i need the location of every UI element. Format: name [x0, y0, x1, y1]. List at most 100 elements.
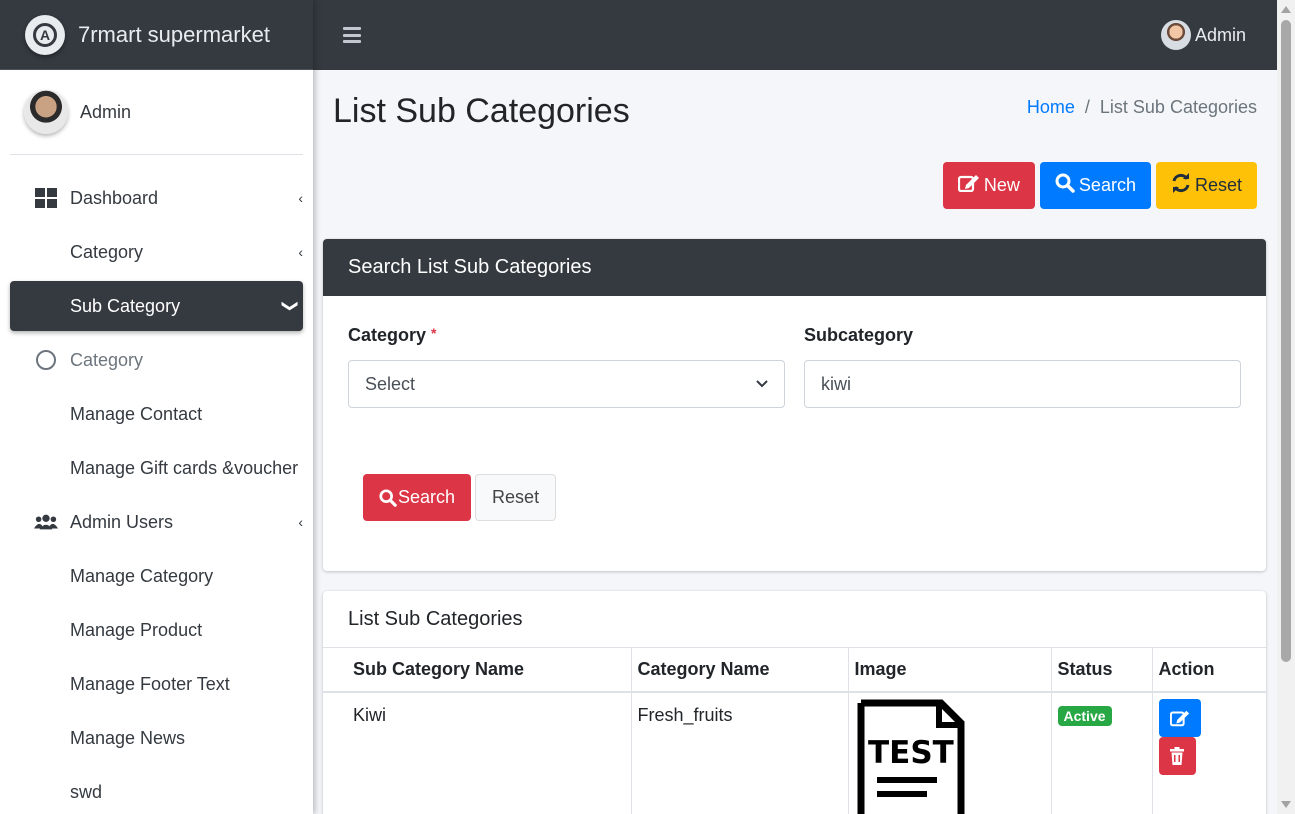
- search-card-header: Search List Sub Categories: [323, 239, 1266, 296]
- sidebar-item-admin-users[interactable]: Admin Users ‹: [10, 497, 303, 547]
- sidebar-item-label: Manage Footer Text: [70, 673, 230, 694]
- subcategory-field-group: Subcategory kiwi: [804, 325, 1241, 408]
- category-field-group: Category * Select: [348, 325, 785, 408]
- dashboard-grid-icon: [34, 186, 58, 210]
- sidebar-item-label: Manage News: [70, 727, 186, 748]
- refresh-icon: [1171, 173, 1191, 198]
- top-user-avatar: [1160, 20, 1191, 50]
- scroll-up-arrow-icon[interactable]: [1281, 6, 1291, 13]
- search-card: Search List Sub Categories Category * Se…: [323, 239, 1266, 571]
- edit-icon: [1169, 710, 1189, 726]
- sidebar: A 7rmart supermarket Admin Dashboard ‹ C…: [0, 0, 313, 814]
- brand-logo-icon: A: [25, 14, 65, 55]
- sidebar-item-manage-footer-text[interactable]: Manage Footer Text: [10, 659, 303, 709]
- user-panel[interactable]: Admin: [10, 70, 303, 155]
- column-header: Status: [1050, 647, 1153, 693]
- search-form-buttons: Search Reset: [363, 474, 557, 521]
- sidebar-item-swd[interactable]: swd: [10, 767, 303, 814]
- breadcrumb-current: List Sub Categories: [1099, 97, 1257, 117]
- search-icon: [379, 488, 397, 507]
- sidebar-item-label: Sub Category: [70, 295, 181, 316]
- form-search-button-label: Search: [398, 487, 456, 507]
- sidebar-item-manage-news[interactable]: Manage News: [10, 713, 303, 763]
- chevron-left-icon: ‹: [298, 190, 303, 206]
- subcategory-label: Subcategory: [804, 325, 914, 345]
- sidebar-item-label: Category: [70, 349, 144, 370]
- user-avatar: [24, 90, 68, 134]
- sidebar-item-label: Dashboard: [70, 187, 159, 208]
- breadcrumb-separator: /: [1084, 97, 1090, 117]
- search-button[interactable]: Search: [1039, 162, 1151, 209]
- new-button[interactable]: New: [942, 162, 1035, 209]
- chevron-left-icon: ‹: [298, 244, 303, 260]
- list-card: List Sub Categories Sub Category Name Ca…: [323, 591, 1266, 814]
- reset-button[interactable]: Reset: [1155, 162, 1257, 209]
- sidebar-item-manage-contact[interactable]: Manage Contact: [10, 389, 303, 439]
- search-button-label: Search: [1078, 175, 1136, 195]
- sidebar-item-dashboard[interactable]: Dashboard ‹: [10, 173, 303, 223]
- sidebar-item-label: swd: [70, 781, 103, 802]
- sidebar-item-label: Manage Gift cards &voucher: [70, 457, 299, 478]
- test-document-image: TEST: [857, 699, 964, 814]
- hamburger-icon[interactable]: [343, 27, 361, 43]
- category-name-cell: Fresh_fruits: [630, 691, 849, 814]
- trash-icon: [1170, 746, 1184, 765]
- top-user-name: Admin: [1194, 24, 1246, 45]
- subcategory-input[interactable]: kiwi: [804, 360, 1241, 408]
- sidebar-item-label: Manage Contact: [70, 403, 203, 424]
- sidebar-item-manage-category[interactable]: Manage Category: [10, 551, 303, 601]
- sidebar-item-sub-category[interactable]: Sub Category ❯: [10, 281, 303, 331]
- breadcrumb: Home / List Sub Categories: [1027, 97, 1257, 118]
- brand-link[interactable]: A 7rmart supermarket: [0, 0, 313, 70]
- top-user-menu[interactable]: Admin: [1160, 20, 1246, 50]
- chevron-left-icon: ‹: [298, 514, 303, 530]
- form-reset-button[interactable]: Reset: [475, 474, 557, 521]
- sidebar-nav: Dashboard ‹ Category ‹ Sub Category ❯ Ca…: [0, 173, 313, 814]
- column-header: Category Name: [630, 647, 849, 693]
- scrollbar-thumb[interactable]: [1281, 20, 1291, 662]
- category-label: Category *: [348, 325, 437, 345]
- category-select-value: Select: [365, 373, 416, 394]
- sidebar-user-name[interactable]: Admin: [80, 102, 131, 123]
- form-search-button[interactable]: Search: [363, 474, 472, 521]
- sub-categories-table: Sub Category Name Category Name Image St…: [323, 647, 1266, 814]
- chevron-down-icon: ❯: [281, 299, 299, 313]
- sidebar-item-label: Admin Users: [70, 511, 174, 532]
- new-button-label: New: [983, 175, 1020, 195]
- sidebar-item-category[interactable]: Category ‹: [10, 227, 303, 277]
- required-mark: *: [431, 325, 437, 341]
- subcategory-input-value: kiwi: [821, 373, 851, 394]
- table-row: Kiwi Fresh_fruits TEST Active: [323, 691, 1266, 814]
- scroll-down-arrow-icon[interactable]: [1281, 801, 1291, 808]
- status-cell: Active: [1050, 691, 1153, 814]
- circle-icon: [34, 348, 58, 372]
- sidebar-subitem-category[interactable]: Category: [10, 335, 303, 385]
- test-document-label: TEST: [868, 735, 954, 771]
- category-select[interactable]: Select: [348, 360, 785, 408]
- chevron-down-icon: [756, 377, 768, 391]
- page-title: List Sub Categories: [333, 92, 630, 130]
- column-header: Action: [1151, 647, 1266, 693]
- status-badge: Active: [1057, 705, 1112, 726]
- column-header: Image: [847, 647, 1052, 693]
- sidebar-item-label: Manage Product: [70, 619, 203, 640]
- search-form: Category * Select Subcategory kiwi: [348, 325, 1241, 408]
- delete-row-button[interactable]: [1158, 736, 1196, 775]
- brand-name: 7rmart supermarket: [78, 21, 270, 47]
- reset-button-label: Reset: [1194, 175, 1242, 195]
- sidebar-item-label: Category: [70, 241, 144, 262]
- edit-icon: [957, 174, 980, 197]
- edit-row-button[interactable]: [1158, 698, 1201, 737]
- top-navbar: Admin: [313, 0, 1277, 70]
- breadcrumb-home-link[interactable]: Home: [1027, 97, 1075, 118]
- page-scrollbar[interactable]: [1277, 0, 1295, 814]
- table-header-row: Sub Category Name Category Name Image St…: [323, 647, 1266, 693]
- sidebar-item-label: Manage Category: [70, 565, 214, 586]
- search-icon: [1055, 173, 1075, 198]
- sidebar-item-manage-gift-cards[interactable]: Manage Gift cards &voucher: [10, 443, 303, 493]
- sidebar-item-manage-product[interactable]: Manage Product: [10, 605, 303, 655]
- action-cell: [1151, 691, 1266, 814]
- users-icon: [34, 510, 58, 534]
- list-card-title: List Sub Categories: [348, 607, 523, 630]
- image-cell: TEST: [847, 691, 1052, 814]
